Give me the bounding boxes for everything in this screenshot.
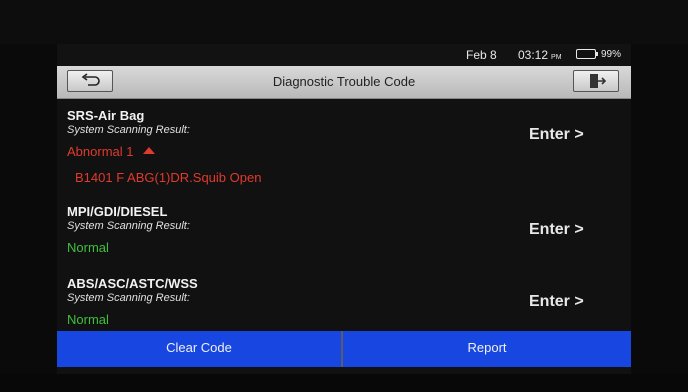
battery-tip xyxy=(596,52,598,56)
enter-button[interactable]: Enter > xyxy=(529,221,584,239)
title-bar: Diagnostic Trouble Code xyxy=(57,66,631,99)
system-name: SRS-Air Bag xyxy=(67,108,145,123)
system-name: ABS/ASC/ASTC/WSS xyxy=(67,276,198,291)
system-status-text: Abnormal 1 xyxy=(67,144,134,159)
status-ampm: PM xyxy=(551,54,562,61)
battery-percent: 99% xyxy=(601,49,622,60)
status-date: Feb 8 xyxy=(466,48,497,62)
fault-code: B1401 F ABG(1)DR.Squib Open xyxy=(75,170,262,185)
battery-icon xyxy=(576,49,596,59)
collapse-arrow-icon xyxy=(143,147,156,154)
status-time: 03:12 PM xyxy=(518,48,562,62)
system-status[interactable]: Abnormal 1 xyxy=(67,144,156,159)
system-scanning-label: System Scanning Result: xyxy=(67,124,190,136)
report-button[interactable]: Report xyxy=(343,331,631,367)
status-bar: Feb 8 03:12 PM 99% xyxy=(57,44,631,66)
device-bezel-bottom xyxy=(0,374,688,392)
system-name: MPI/GDI/DIESEL xyxy=(67,204,168,219)
enter-button[interactable]: Enter > xyxy=(529,293,584,311)
status-time-value: 03:12 xyxy=(518,48,549,62)
system-status: Normal xyxy=(67,240,109,255)
clear-code-button[interactable]: Clear Code xyxy=(57,331,341,367)
device-screen: Feb 8 03:12 PM 99% Diagnostic Trouble Cod… xyxy=(57,44,631,374)
battery-fill xyxy=(578,51,594,57)
exit-door-icon xyxy=(590,74,607,88)
bottom-action-bar: Clear Code Report xyxy=(57,331,631,367)
system-status: Normal xyxy=(67,312,109,327)
system-scanning-label: System Scanning Result: xyxy=(67,292,190,304)
enter-button[interactable]: Enter > xyxy=(529,126,584,144)
exit-button[interactable] xyxy=(573,70,619,92)
device-bezel-top xyxy=(0,0,688,44)
system-scanning-label: System Scanning Result: xyxy=(67,220,190,232)
page-title: Diagnostic Trouble Code xyxy=(272,74,416,89)
